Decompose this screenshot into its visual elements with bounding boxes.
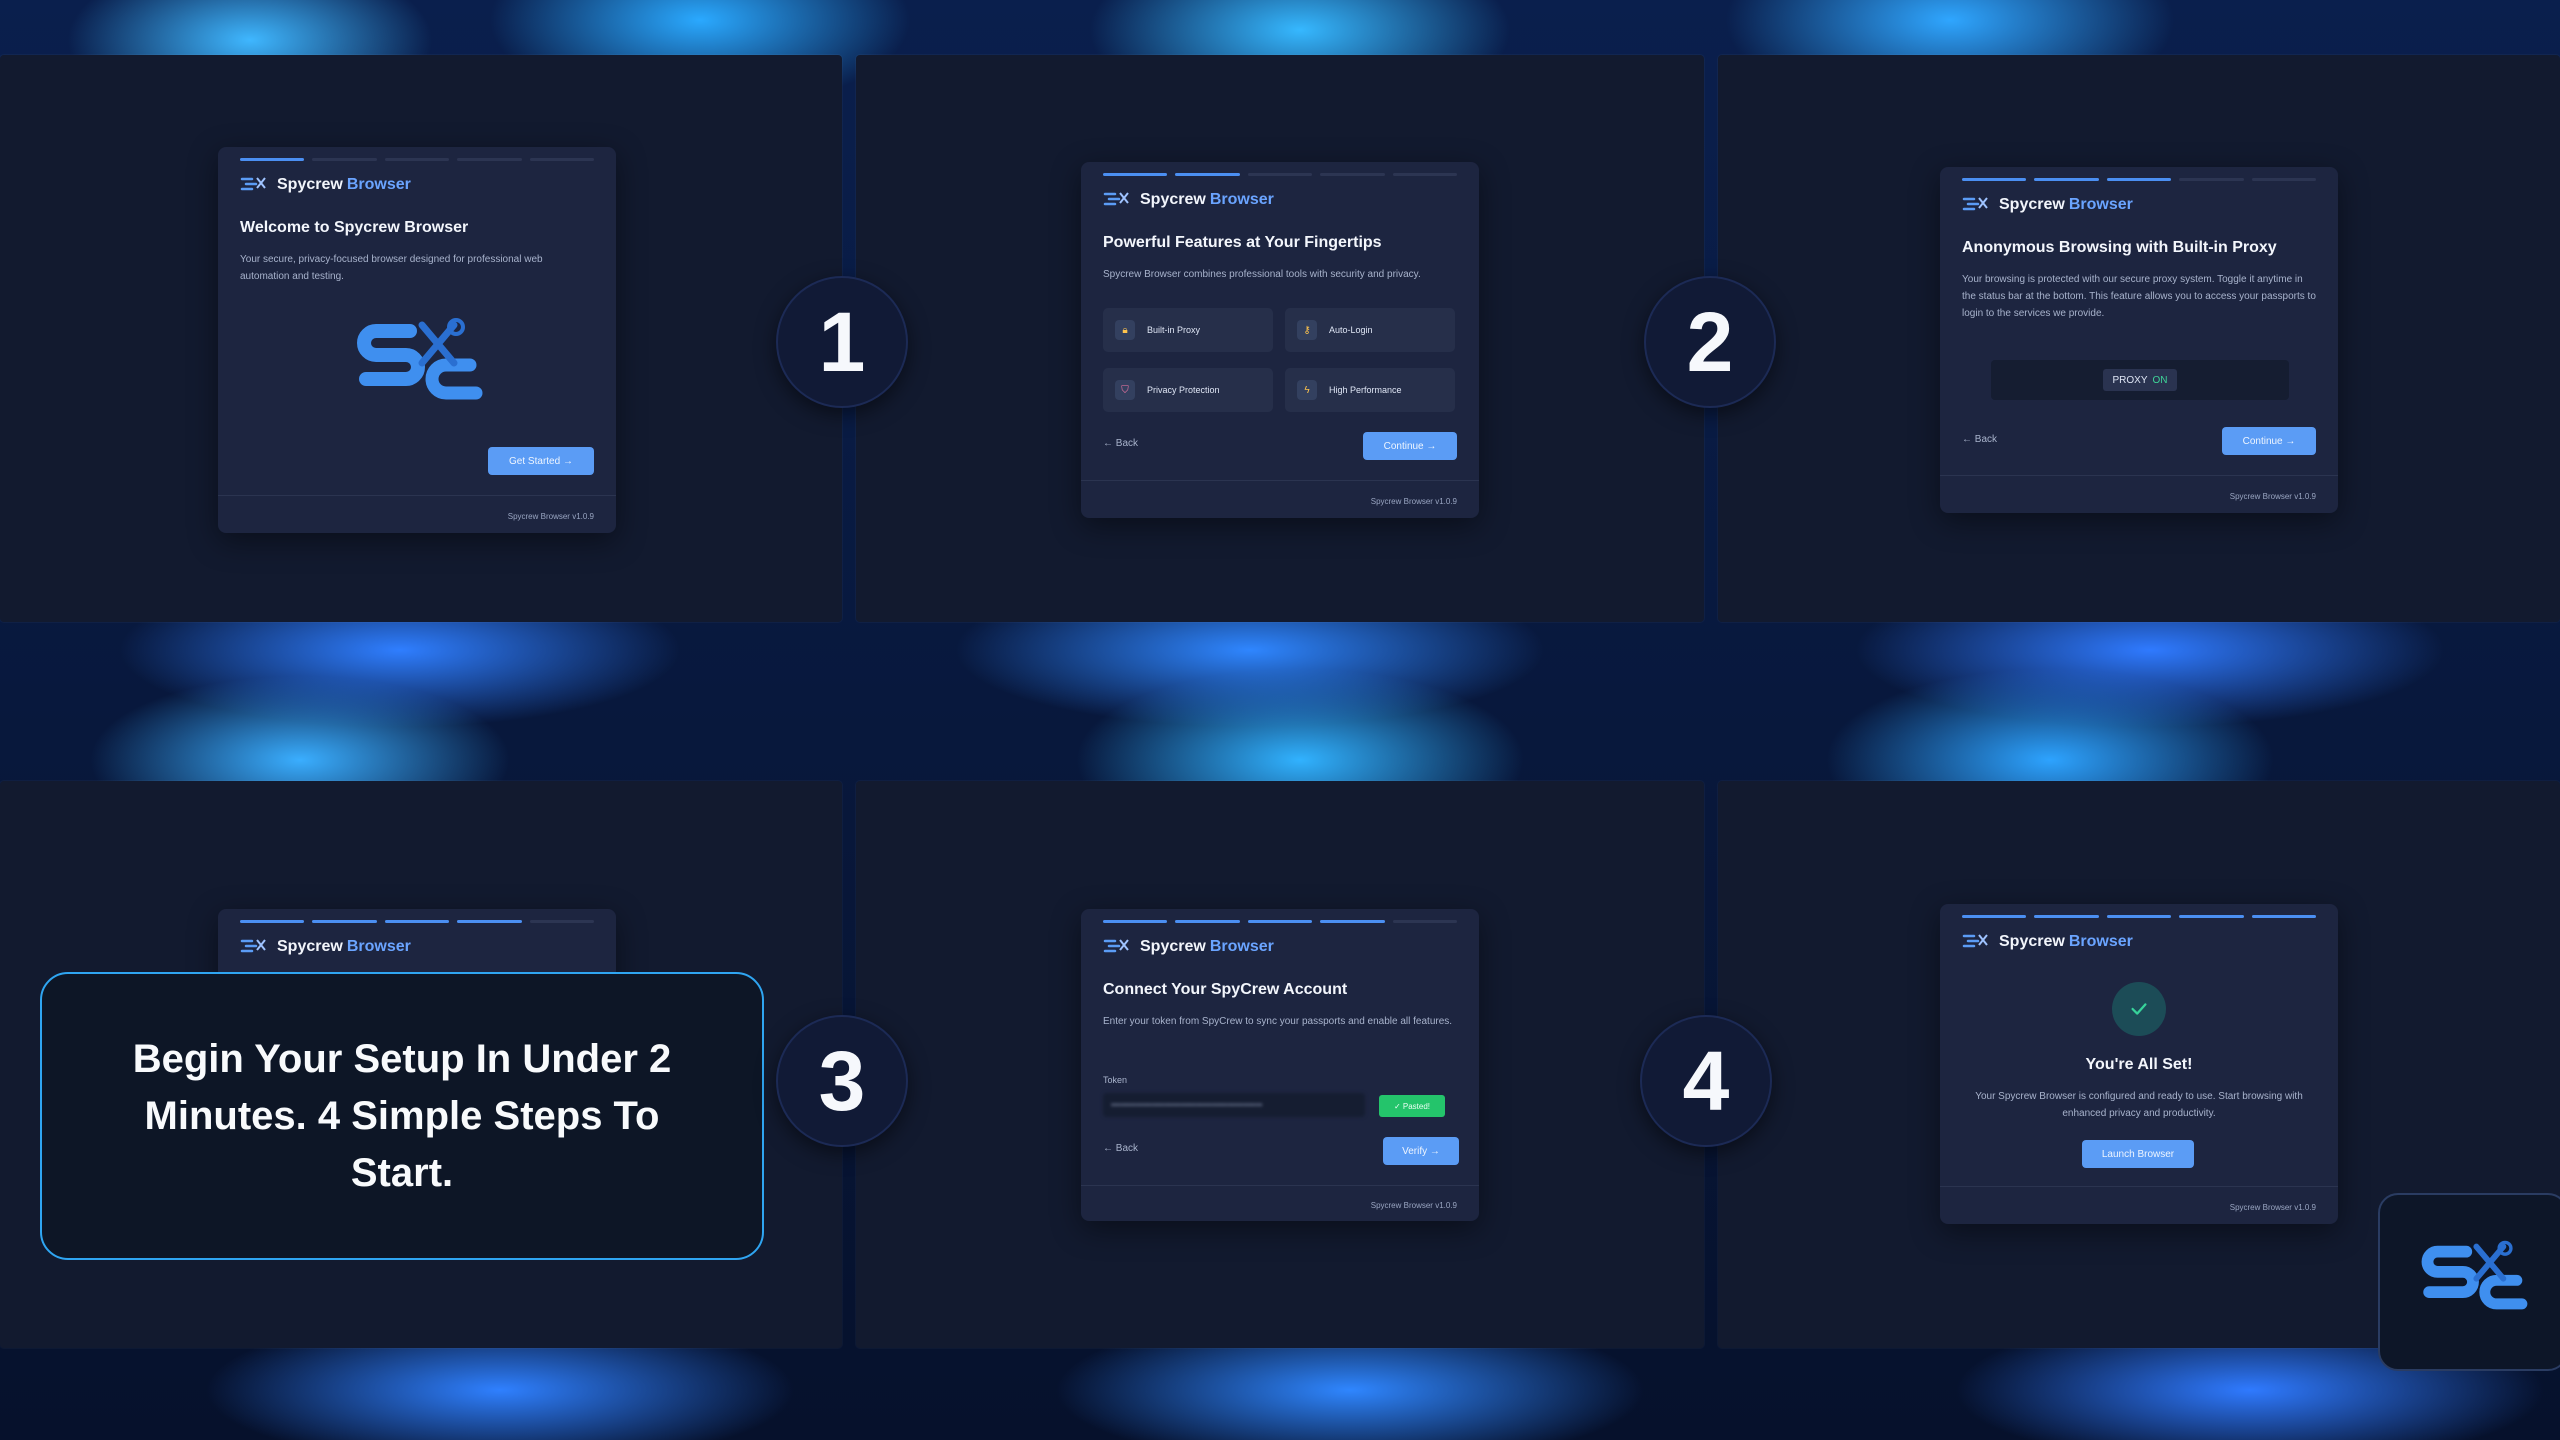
dialog-title: Powerful Features at Your Fingertips (1103, 234, 1382, 251)
dialog-text: Your secure, privacy-focused browser des… (240, 254, 543, 282)
spycrew-logo-icon (2421, 1240, 2528, 1310)
brand-name-accent: Browser (346, 176, 411, 193)
brand-logo-icon (1962, 934, 1988, 948)
back-button[interactable]: ← Back (1103, 438, 1138, 449)
launch-browser-button[interactable]: Launch Browser (2082, 1140, 2194, 1168)
dialog-title: Welcome to Spycrew Browser (240, 219, 469, 236)
token-input[interactable]: ••••••••••••••••••••••••••••••••••••••••… (1103, 1093, 1365, 1117)
proxy-status-bar: PROXY ON (1991, 360, 2289, 400)
brand-name: Spycrew (277, 938, 343, 955)
brand-header: Spycrew Browser (1103, 937, 1457, 957)
proxy-label: PROXY (2112, 374, 2148, 386)
feature-label: Built-in Proxy (1147, 325, 1201, 335)
dialog-title: Connect Your SpyCrew Account (1103, 981, 1348, 998)
brand-logo-icon (1103, 939, 1129, 953)
brand-name: Spycrew (1140, 191, 1206, 208)
step-number-4: 4 (1640, 1015, 1772, 1147)
version-label: Spycrew Browser v1.0.9 (1370, 1201, 1457, 1210)
brand-name-accent: Browser (1209, 191, 1274, 208)
brand-logo-icon (240, 939, 266, 953)
dialog-text: Enter your token from SpyCrew to sync yo… (1103, 1016, 1453, 1027)
brand-header: Spycrew Browser (240, 175, 594, 195)
progress-steps (1962, 167, 2317, 181)
verify-button[interactable]: Verify → (1383, 1137, 1459, 1165)
brand-logo-icon (1103, 192, 1129, 206)
proxy-dialog: Spycrew Browser Anonymous Browsing with B… (1940, 167, 2338, 513)
brand-name-accent: Browser (2068, 933, 2133, 950)
step-number-2: 2 (1644, 276, 1776, 408)
dialog-text: Your Spycrew Browser is configured and r… (1975, 1091, 2303, 1119)
progress-steps (240, 909, 595, 923)
brand-name: Spycrew (1140, 938, 1206, 955)
features-dialog: Spycrew Browser Powerful Features at Your… (1081, 162, 1479, 518)
pasted-badge: ✓ Pasted! (1379, 1095, 1445, 1117)
footer-divider (1081, 1185, 1479, 1186)
version-label: Spycrew Browser v1.0.9 (1370, 497, 1457, 506)
feature-privacy-protection: ⛉ Privacy Protection (1103, 368, 1273, 412)
progress-steps (1103, 162, 1458, 176)
brand-name: Spycrew (277, 176, 343, 193)
feature-auto-login: ⚷ Auto-Login (1285, 308, 1455, 352)
continue-button[interactable]: Continue → (2222, 427, 2316, 455)
progress-steps (1103, 909, 1458, 923)
token-label: Token (1103, 1075, 1128, 1085)
key-icon: ⚷ (1297, 320, 1317, 340)
version-label: Spycrew Browser v1.0.9 (507, 512, 594, 521)
back-button[interactable]: ← Back (1103, 1143, 1138, 1154)
progress-steps (240, 147, 595, 161)
get-started-button[interactable]: Get Started → (488, 447, 594, 475)
brand-header: Spycrew Browser (1103, 190, 1457, 210)
welcome-dialog: Spycrew Browser Welcome to Spycrew Browse… (218, 147, 616, 533)
dialog-text: Spycrew Browser combines professional to… (1103, 269, 1421, 280)
check-icon (2112, 982, 2166, 1036)
brand-header: Spycrew Browser (1962, 195, 2316, 215)
footer-divider (1940, 475, 2338, 476)
proxy-state: ON (2152, 374, 2168, 386)
feature-high-performance: ϟ High Performance (1285, 368, 1455, 412)
dialog-title: Anonymous Browsing with Built-in Proxy (1962, 239, 2277, 256)
proxy-toggle[interactable]: PROXY ON (2103, 369, 2177, 391)
feature-label: Privacy Protection (1147, 385, 1220, 395)
footer-divider (1940, 1186, 2338, 1187)
brand-logo-icon (240, 177, 266, 191)
promo-card: Begin Your Setup In Under 2 Minutes. 4 S… (40, 972, 764, 1260)
back-button[interactable]: ← Back (1962, 434, 1997, 445)
brand-header: Spycrew Browser (240, 937, 594, 957)
brand-name: Spycrew (1999, 196, 2065, 213)
spycrew-logo-card (2378, 1193, 2560, 1371)
brand-header: Spycrew Browser (1962, 932, 2316, 952)
dialog-text: Your browsing is protected with our secu… (1962, 274, 2316, 319)
brand-name: Spycrew (1999, 933, 2065, 950)
brand-name-accent: Browser (2068, 196, 2133, 213)
step-number-1: 1 (776, 276, 908, 408)
progress-steps (1962, 904, 2317, 918)
account-dialog: Spycrew Browser Connect Your SpyCrew Acco… (1081, 909, 1479, 1221)
footer-divider (1081, 480, 1479, 481)
promo-text: Begin Your Setup In Under 2 Minutes. 4 S… (132, 1036, 672, 1195)
brand-logo-icon (1962, 197, 1988, 211)
feature-label: Auto-Login (1329, 325, 1373, 335)
lightning-icon: ϟ (1297, 380, 1317, 400)
feature-built-in-proxy: 🔒︎ Built-in Proxy (1103, 308, 1273, 352)
brand-name-accent: Browser (346, 938, 411, 955)
done-dialog: Spycrew Browser You're All Set! Your Spyc… (1940, 904, 2338, 1224)
step-number-3: 3 (776, 1015, 908, 1147)
footer-divider (218, 495, 616, 496)
spycrew-logo-icon (357, 318, 483, 400)
lock-icon: 🔒︎ (1115, 320, 1135, 340)
brand-name-accent: Browser (1209, 938, 1274, 955)
version-label: Spycrew Browser v1.0.9 (2229, 1203, 2316, 1212)
continue-button[interactable]: Continue → (1363, 432, 1457, 460)
version-label: Spycrew Browser v1.0.9 (2229, 492, 2316, 501)
dialog-title: You're All Set! (2085, 1056, 2193, 1073)
feature-label: High Performance (1329, 385, 1402, 395)
shield-icon: ⛉ (1115, 380, 1135, 400)
